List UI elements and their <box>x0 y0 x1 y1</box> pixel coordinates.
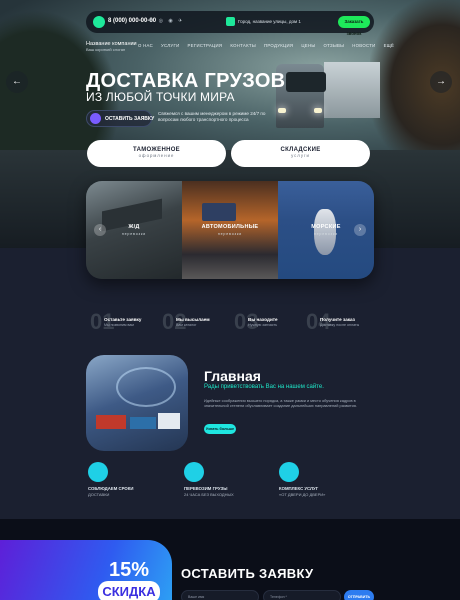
transport-cards: Ж/Д перевозки ‹ АВТОМОБИЛЬНЫЕ перевозки … <box>86 181 374 279</box>
hero-promo-text: Свяжемся с вашим менеджером в режиме 24/… <box>158 111 266 122</box>
main-nav: О НАС УСЛУГИ РЕГИСТРАЦИЯ КОНТАКТЫ ПРОДУК… <box>138 43 394 48</box>
truck-image <box>202 203 236 221</box>
phone-field[interactable]: Телефон * <box>263 590 341 600</box>
top-contact-bar: 8 (000) 000-00-00 ✆ ◎ ◉ ✈ Город, названи… <box>86 11 374 36</box>
nav-item-prices[interactable]: ЦЕНЫ <box>301 43 315 48</box>
service-customs-button[interactable]: ТАМОЖЕННОЕ оформление <box>87 140 226 167</box>
feature-title: ПЕРЕВОЗИМ ГРУЗЫ <box>184 486 228 491</box>
send-button[interactable]: ОТПРАВИТЬ <box>344 590 374 600</box>
feature-sub: 24 ЧАСА БЕЗ ВЫХОДНЫХ <box>184 492 234 497</box>
hero-request-button[interactable]: ОСТАВИТЬ ЗАЯВКУ <box>86 110 155 127</box>
step-number: 03 <box>234 309 259 334</box>
hero-prev-arrow-icon[interactable]: ← <box>6 71 28 93</box>
hero-request-label: ОСТАВИТЬ ЗАЯВКУ <box>105 116 155 122</box>
call-request-button[interactable]: Заказать звонок <box>338 16 370 36</box>
address-text: Город, название улицы, дом 1 <box>238 19 301 24</box>
nav-item-more[interactable]: ЕЩЁ <box>384 43 395 48</box>
nav-item-products[interactable]: ПРОДУКЦИЯ <box>264 43 293 48</box>
step-sub: Нужную запчасть <box>248 323 278 327</box>
nav-item-registration[interactable]: РЕГИСТРАЦИЯ <box>187 43 222 48</box>
name-placeholder: Ваше имя <box>188 595 205 599</box>
step-title: Получите заказ <box>320 317 355 322</box>
step-title: Вы находите <box>248 317 278 322</box>
step-number: 04 <box>306 309 331 334</box>
nav-item-contacts[interactable]: КОНТАКТЫ <box>230 43 256 48</box>
order-title: ОСТАВИТЬ ЗАЯВКУ <box>181 566 314 581</box>
step-number: 01 <box>90 309 115 334</box>
step-item: 01 Оставьте заявку Мы позвоним вам <box>90 307 160 337</box>
phone-icon <box>93 16 105 28</box>
discount-value: 15% <box>109 559 150 581</box>
discount-banner: 15% СКИДКА <box>0 540 172 600</box>
about-subtitle: Рады приветствовать Вас на нашем сайте. <box>204 384 324 390</box>
card-sea[interactable]: МОРСКИЕ перевозки › <box>278 181 374 279</box>
phone-placeholder: Телефон * <box>270 595 287 599</box>
truck-icon <box>184 462 204 482</box>
feature-title: СОБЛЮДАЕМ СРОКИ <box>88 486 134 491</box>
carousel-prev-icon[interactable]: ‹ <box>94 224 106 236</box>
step-title: Оставьте заявку <box>104 317 142 322</box>
step-sub: Мы позвоним вам <box>104 323 134 327</box>
hero-next-arrow-icon[interactable]: → <box>430 71 452 93</box>
card-auto-title: АВТОМОБИЛЬНЫЕ <box>201 224 259 230</box>
clock-icon <box>88 462 108 482</box>
card-rail[interactable]: Ж/Д перевозки ‹ <box>86 181 182 279</box>
discount-label: СКИДКА <box>98 581 160 600</box>
step-number: 02 <box>162 309 187 334</box>
step-item: 02 Мы высылаем Вам каталог <box>162 307 232 337</box>
nav-item-reviews[interactable]: ОТЗЫВЫ <box>323 43 344 48</box>
nav-item-about[interactable]: О НАС <box>138 43 153 48</box>
nav-item-services[interactable]: УСЛУГИ <box>161 43 179 48</box>
service-warehouse-sub: услуги <box>291 153 310 158</box>
service-warehouse-button[interactable]: СКЛАДСКИЕ услуги <box>231 140 370 167</box>
step-title: Мы высылаем <box>176 317 210 322</box>
social-icons[interactable]: ✆ ◎ ◉ ✈ <box>149 18 184 24</box>
hero-subtitle: ИЗ ЛЮБОЙ ТОЧКИ МИРА <box>86 90 235 104</box>
about-image <box>86 355 188 451</box>
card-auto-sub: перевозки <box>217 232 243 236</box>
step-sub: Вам каталог <box>176 323 197 327</box>
feature-sub: «ОТ ДВЕРИ ДО ДВЕРИ» <box>279 492 326 497</box>
logo-subtitle: Ваш короткий слоган <box>86 47 126 52</box>
box-icon <box>279 462 299 482</box>
name-field[interactable]: Ваше имя <box>181 590 259 600</box>
learn-more-button[interactable]: Узнать больше <box>204 424 236 434</box>
process-steps: 01 Оставьте заявку Мы позвоним вам 02 Мы… <box>90 307 390 337</box>
feature-sub: ДОСТАВКИ <box>88 492 110 497</box>
about-title: Главная <box>204 368 261 384</box>
hero-truck-image <box>270 62 380 134</box>
nav-item-news[interactable]: НОВОСТИ <box>352 43 375 48</box>
headset-icon <box>90 113 101 124</box>
card-auto[interactable]: АВТОМОБИЛЬНЫЕ перевозки <box>182 181 278 279</box>
page: 8 (000) 000-00-00 ✆ ◎ ◉ ✈ Город, названи… <box>0 0 460 600</box>
location-icon <box>226 17 235 26</box>
step-sub: Доставку после оплаты <box>320 323 360 327</box>
carousel-next-icon[interactable]: › <box>354 224 366 236</box>
company-logo[interactable]: Название компании Ваш короткий слоган <box>86 41 137 53</box>
about-text: Идейные соображения высшего порядка, а т… <box>204 398 357 408</box>
feature-title: КОМПЛЕКС УСЛУГ <box>279 486 319 491</box>
step-item: 03 Вы находите Нужную запчасть <box>234 307 304 337</box>
service-customs-sub: оформление <box>138 153 175 158</box>
step-item: 04 Получите заказ Доставку после оплаты <box>306 307 376 337</box>
